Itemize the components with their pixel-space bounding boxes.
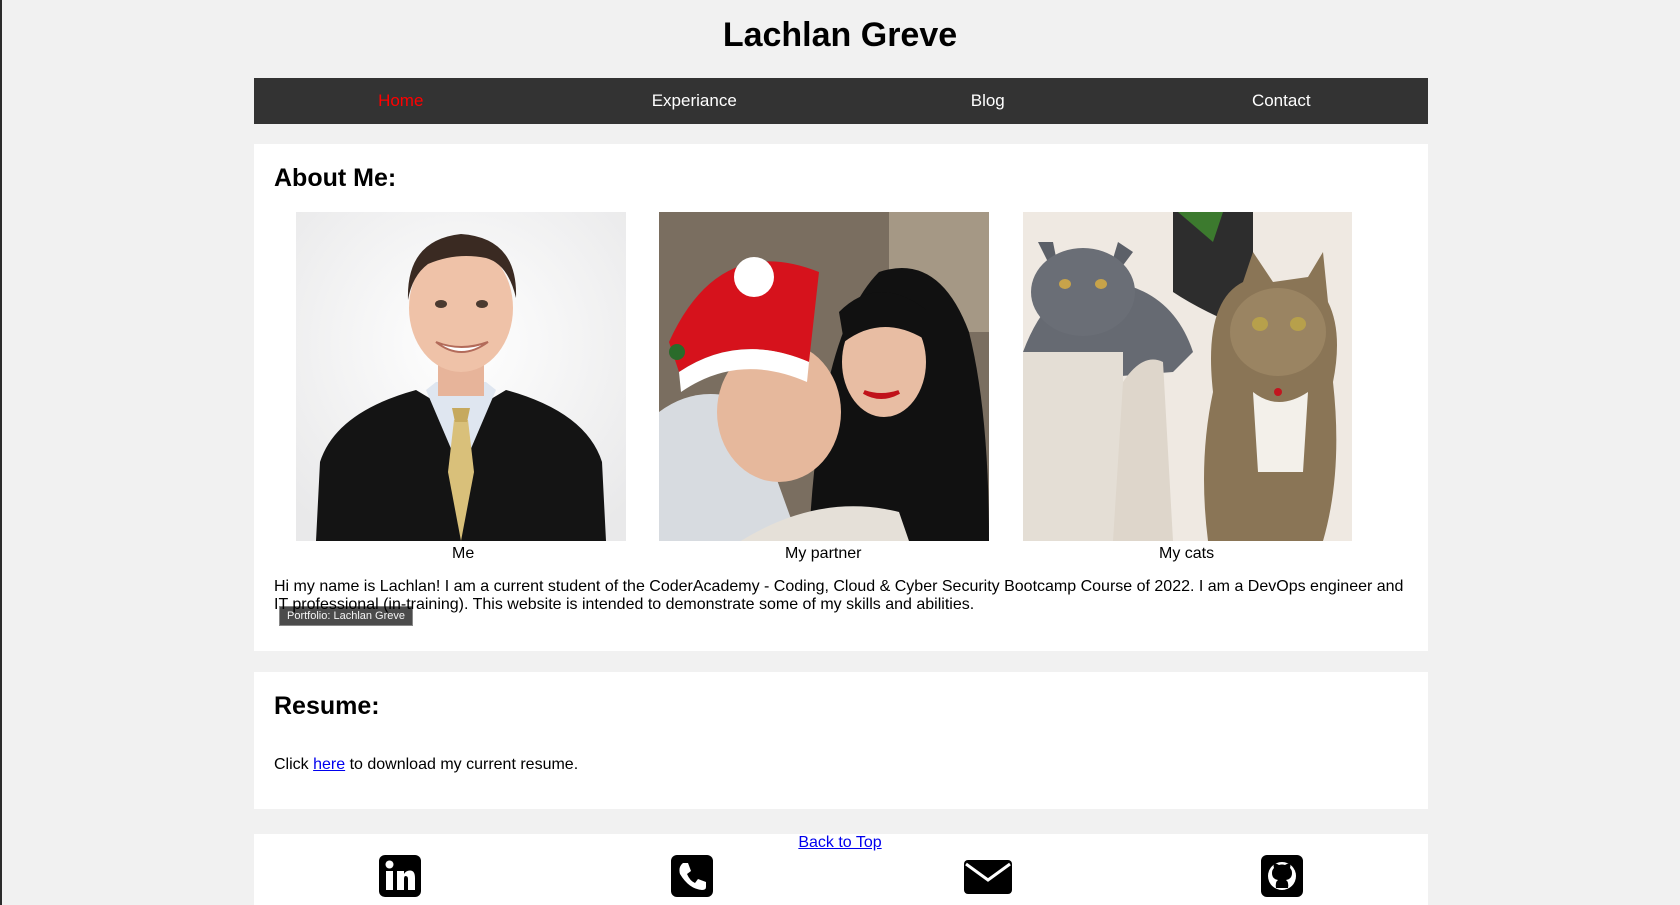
resume-text: Click here to download my current resume… bbox=[274, 756, 578, 774]
resume-text-before: Click bbox=[274, 756, 314, 773]
nav-home[interactable]: Home bbox=[254, 78, 548, 124]
back-to-top-link[interactable]: Back to Top bbox=[798, 834, 881, 851]
nav-blog[interactable]: Blog bbox=[841, 78, 1135, 124]
photo-partner bbox=[659, 212, 989, 541]
linkedin-icon[interactable] bbox=[378, 854, 422, 898]
photo-me bbox=[296, 212, 626, 541]
resume-text-after: to download my current resume. bbox=[345, 756, 579, 773]
resume-section: Resume: Click here to download my curren… bbox=[254, 672, 1428, 809]
back-to-top-container: Back to Top bbox=[0, 834, 1680, 852]
main-nav: Home Experiance Blog Contact bbox=[254, 78, 1428, 124]
resume-heading: Resume: bbox=[274, 692, 380, 720]
about-section: About Me: Me My partner My cats Portfoli… bbox=[254, 144, 1428, 651]
photo-me-caption: Me bbox=[452, 545, 475, 562]
photo-cats-figure: My cats bbox=[1023, 212, 1352, 562]
photo-gallery: Me My partner My cats Portfolio: Lachlan… bbox=[254, 212, 1428, 626]
photo-partner-figure: My partner bbox=[659, 212, 989, 562]
photo-me-figure: Me bbox=[296, 212, 626, 562]
nav-contact[interactable]: Contact bbox=[1135, 78, 1429, 124]
window-edge bbox=[0, 0, 2, 905]
site-title: Lachlan Greve bbox=[722, 16, 958, 54]
github-icon[interactable] bbox=[1260, 854, 1304, 898]
phone-icon[interactable] bbox=[670, 854, 714, 898]
about-heading: About Me: bbox=[274, 164, 397, 192]
resume-download-link[interactable]: here bbox=[313, 756, 345, 773]
nav-experiance[interactable]: Experiance bbox=[548, 78, 842, 124]
email-icon[interactable] bbox=[963, 854, 1013, 898]
photo-partner-caption: My partner bbox=[785, 545, 862, 562]
photo-cats-caption: My cats bbox=[1159, 545, 1215, 562]
about-text: Hi my name is Lachlan! I am a current st… bbox=[274, 578, 1404, 613]
photo-cats bbox=[1023, 212, 1352, 541]
